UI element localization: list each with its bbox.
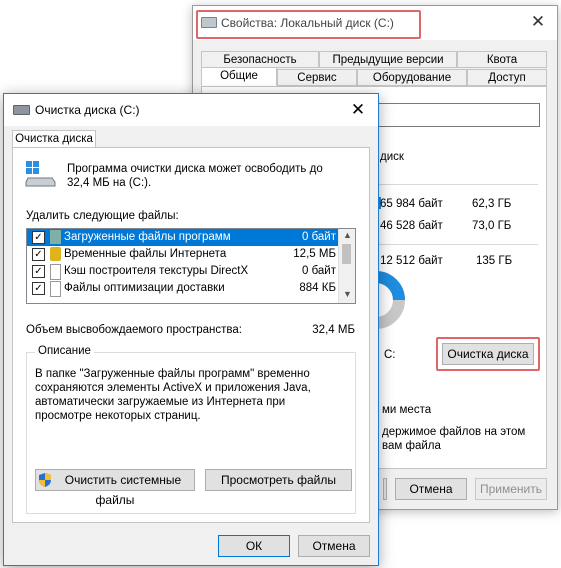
file-name: Временные файлы Интернета [64,248,227,260]
used-gb: 62,3 ГБ [472,198,512,210]
ok-button[interactable] [383,478,387,500]
properties-titlebar: Свойства: Локальный диск (C:) ✕ [193,6,557,40]
file-size: 884 КБ [299,282,336,294]
description-text: В папке "Загруженные файлы программ" вре… [35,368,311,422]
free-bytes: 46 528 байт [380,220,443,232]
tab-previous-versions[interactable]: Предыдущие версии [319,51,457,68]
tab-sharing[interactable]: Доступ [467,69,547,86]
title-highlight-box [196,10,421,39]
close-icon[interactable]: ✕ [527,12,549,32]
tab-tools[interactable]: Сервис [277,69,357,86]
tab-general[interactable]: Общие [201,67,277,86]
drive-label: C: [384,349,396,361]
cancel-button[interactable]: Отмена [395,478,467,500]
checkbox[interactable]: ✓ [32,282,45,295]
index-checkbox-label-line2: вам файла [382,440,441,452]
files-to-delete-label: Удалить следующие файлы: [26,210,179,222]
cleanup-tab-panel: Программа очистки диска может освободить… [12,147,370,523]
space-label: Объем высвобождаемого пространства: [26,324,242,336]
file-name: Кэш построителя текстуры DirectX [64,265,249,277]
disk-cleanup-icon [13,105,30,115]
divider [378,184,538,185]
list-scrollbar[interactable]: ▲ ▼ [338,229,355,303]
disk-cleanup-window: Очистка диска (C:) ✕ Очистка диска Прогр… [3,93,379,566]
apply-button: Применить [475,478,547,500]
tab-hardware[interactable]: Оборудование [357,69,467,86]
tab-security[interactable]: Безопасность [201,51,319,68]
checkbox[interactable]: ✓ [32,248,45,261]
file-icon [50,264,61,280]
file-size: 12,5 МБ [293,248,336,260]
file-name: Загруженные файлы программ [64,231,231,243]
cleanup-titlebar: Очистка диска (C:) ✕ [4,94,378,126]
shield-icon [39,473,51,487]
file-icon [50,281,61,297]
ok-button[interactable]: ОК [218,535,290,557]
capacity-gb: 135 ГБ [476,255,513,267]
list-item[interactable]: ✓ Кэш построителя текстуры DirectX 0 бай… [27,263,340,280]
scroll-up-icon[interactable]: ▲ [343,230,352,240]
used-bytes: 65 984 байт [380,198,443,210]
properties-tabs-top: Безопасность Предыдущие версии Квота [201,51,547,68]
space-value: 32,4 МБ [312,324,355,336]
drive-cleanup-icon [25,160,57,188]
files-list[interactable]: ✓ Загруженные файлы программ 0 байт ✓ Вр… [26,228,356,304]
description-label: Описание [35,345,94,357]
description-group: Описание В папке "Загруженные файлы прог… [26,345,356,514]
checkbox[interactable]: ✓ [32,265,45,278]
free-gb: 73,0 ГБ [472,220,512,232]
cleanup-highlight-box [436,337,540,371]
scroll-down-icon[interactable]: ▼ [343,289,352,299]
file-size: 0 байт [301,231,336,243]
intro-text: Программа очистки диска может освободить… [67,163,323,189]
list-item[interactable]: ✓ Загруженные файлы программ 0 байт [27,229,340,246]
tab-quota[interactable]: Квота [457,51,547,68]
close-icon[interactable]: ✕ [348,100,368,120]
list-item[interactable]: ✓ Временные файлы Интернета 12,5 МБ [27,246,340,263]
index-checkbox-label-line1: держимое файлов на этом [382,426,526,438]
compress-checkbox-label: ми места [382,404,432,416]
properties-tabs-bottom: Общие Сервис Оборудование Доступ [201,67,547,86]
cleanup-title: Очистка диска (C:) [35,103,140,117]
capacity-bytes: 12 512 байт [380,255,443,267]
divider [378,244,538,245]
lock-icon [50,247,61,261]
scroll-thumb[interactable] [342,244,351,264]
file-name: Файлы оптимизации доставки [64,282,225,294]
checkbox[interactable]: ✓ [32,231,45,244]
cleanup-system-files-button[interactable]: Очистить системные файлы [35,469,195,507]
program-files-icon [50,230,61,244]
cleanup-system-files-label: Очистить системные файлы [64,473,182,507]
list-item[interactable]: ✓ Файлы оптимизации доставки 884 КБ [27,280,340,297]
type-fragment: диск [380,151,404,163]
cancel-button[interactable]: Отмена [298,535,370,557]
view-files-button[interactable]: Просмотреть файлы [205,469,352,491]
file-size: 0 байт [301,265,336,277]
